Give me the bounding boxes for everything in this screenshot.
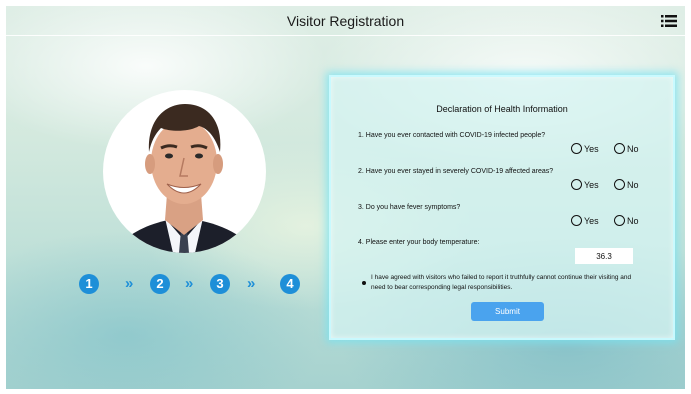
step-3: 3	[210, 274, 230, 294]
question-1-label: 1. Have you ever contacted with COVID-19…	[358, 132, 546, 139]
question-3-label: 3. Do you have fever symptoms?	[358, 204, 461, 211]
radio-label: No	[627, 143, 639, 154]
visitor-photo	[103, 90, 266, 253]
health-declaration-panel: Declaration of Health Information 1. Hav…	[329, 75, 675, 340]
question-1-no-radio[interactable]: No	[614, 143, 639, 154]
form-title: Declaration of Health Information	[436, 104, 568, 114]
step-indicator: 1 » 2 » 3 » 4	[79, 274, 309, 296]
radio-label: Yes	[584, 179, 599, 190]
radio-label: No	[627, 215, 639, 226]
question-1-yes-radio[interactable]: Yes	[571, 143, 599, 154]
step-1: 1	[79, 274, 99, 294]
radio-unchecked-icon	[571, 215, 582, 226]
registration-screen: Visitor Registration 1 » 2 » 3 » 4 Decla…	[6, 6, 685, 389]
radio-unchecked-icon	[614, 179, 625, 190]
question-2-no-radio[interactable]: No	[614, 179, 639, 190]
agreement-radio[interactable]	[362, 281, 366, 285]
temperature-input[interactable]	[575, 248, 633, 264]
radio-unchecked-icon	[571, 179, 582, 190]
question-2-label: 2. Have you ever stayed in severely COVI…	[358, 168, 554, 175]
step-2: 2	[150, 274, 170, 294]
list-menu-icon[interactable]	[661, 15, 677, 27]
step-separator: »	[185, 275, 194, 292]
person-portrait-icon	[113, 104, 256, 253]
radio-unchecked-icon	[571, 143, 582, 154]
title-bar: Visitor Registration	[6, 6, 685, 36]
agreement-text: I have agreed with visitors who failed t…	[371, 274, 632, 291]
submit-button[interactable]: Submit	[471, 302, 544, 321]
radio-label: Yes	[584, 215, 599, 226]
temperature-label: 4. Please enter your body temperature:	[358, 239, 480, 246]
radio-label: Yes	[584, 143, 599, 154]
radio-unchecked-icon	[614, 143, 625, 154]
radio-unchecked-icon	[614, 215, 625, 226]
question-3-no-radio[interactable]: No	[614, 215, 639, 226]
question-2-yes-radio[interactable]: Yes	[571, 179, 599, 190]
page-title: Visitor Registration	[286, 13, 405, 29]
question-3-yes-radio[interactable]: Yes	[571, 215, 599, 226]
radio-label: No	[627, 179, 639, 190]
step-separator: »	[125, 275, 134, 292]
step-4: 4	[280, 274, 300, 294]
step-separator: »	[247, 275, 256, 292]
